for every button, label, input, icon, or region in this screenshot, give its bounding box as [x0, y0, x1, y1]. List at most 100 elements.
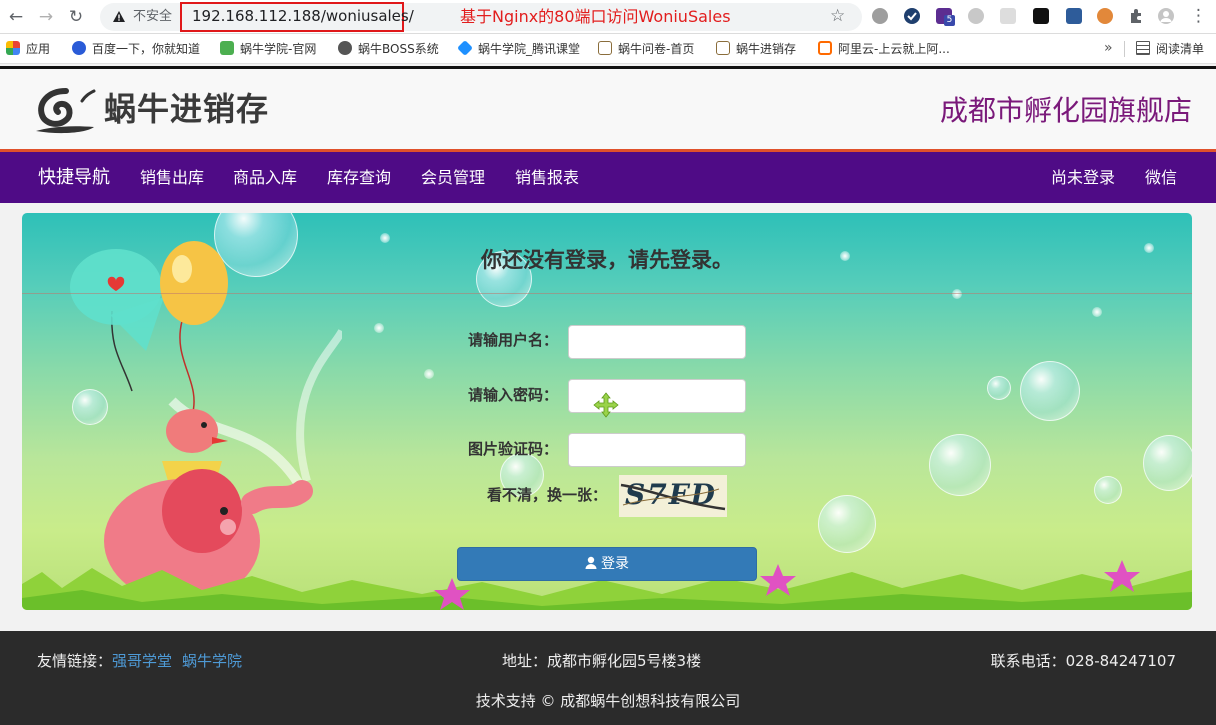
sparkle-decoration: [1092, 307, 1102, 317]
username-label: 请输用户名：: [468, 331, 559, 349]
bubble-decoration: [818, 495, 876, 553]
bookmark-woniu-survey[interactable]: 蜗牛问卷-首页: [598, 34, 694, 64]
extension-icon-1[interactable]: [872, 8, 888, 24]
annotation-text: 基于Nginx的80端口访问WoniuSales: [460, 7, 731, 26]
sparkle-decoration: [424, 369, 434, 379]
bookmark-label: 百度一下，你就知道: [92, 42, 201, 56]
login-title: 你还没有登录，请先登录。: [481, 248, 733, 272]
bookmark-label: 蜗牛进销存: [736, 42, 797, 56]
move-cursor-icon: [593, 392, 619, 418]
bookmark-label: 蜗牛BOSS系统: [358, 42, 439, 56]
bookmark-label: 蜗牛问卷-首页: [618, 42, 695, 56]
bubble-decoration: [929, 434, 991, 496]
bubble-decoration: [987, 376, 1011, 400]
forward-button[interactable]: →: [34, 5, 58, 29]
insecure-label[interactable]: 不安全: [133, 6, 172, 28]
footer-copyright: 技术支持 © 成都蜗牛创想科技有限公司: [475, 692, 741, 710]
nav-item-goods-in[interactable]: 商品入库: [233, 152, 297, 203]
nav-item-sales-out[interactable]: 销售出库: [140, 152, 204, 203]
profile-avatar-icon[interactable]: [1158, 8, 1174, 24]
bookmark-star-icon[interactable]: ☆: [830, 5, 845, 27]
reading-list-button[interactable]: 阅读清单: [1136, 34, 1204, 64]
bookmarks-overflow-chevron-icon[interactable]: »: [1104, 34, 1113, 62]
extension-icon-4[interactable]: [968, 8, 984, 24]
extension-icon-5[interactable]: [1000, 8, 1016, 24]
bookmark-woniu-boss[interactable]: 蜗牛BOSS系统: [338, 34, 439, 64]
nav-item-sales-report[interactable]: 销售报表: [515, 152, 579, 203]
bubble-decoration: [1020, 361, 1080, 421]
bookmark-label: 阿里云-上云就上阿...: [838, 42, 950, 56]
reading-list-icon: [1136, 41, 1150, 55]
apps-grid-icon: [6, 41, 20, 55]
nav-item-stock-query[interactable]: 库存查询: [327, 152, 391, 203]
username-input[interactable]: [568, 325, 746, 359]
bookmark-woniu-sales[interactable]: 蜗牛进销存: [716, 34, 796, 64]
extension-badge-icon[interactable]: 5: [936, 8, 955, 26]
bubble-decoration: [1094, 476, 1122, 504]
bookmarks-divider: [1124, 41, 1125, 57]
footer-phone: 联系电话：028-84247107: [990, 652, 1176, 670]
url-text[interactable]: 192.168.112.188/woniusales/: [192, 5, 414, 27]
bookmark-apps[interactable]: 应用: [6, 34, 50, 64]
browser-toolbar: ← → ↻ 不安全 192.168.112.188/woniusales/ 基于…: [0, 0, 1216, 34]
bookmark-label: 应用: [26, 42, 51, 56]
footer-link-qiangge[interactable]: 强哥学堂: [112, 652, 172, 670]
bookmark-woniu-official[interactable]: 蜗牛学院-官网: [220, 34, 316, 64]
store-name: 成都市孵化园旗舰店: [939, 94, 1192, 127]
forward-arrow-icon: →: [38, 7, 54, 27]
reload-icon: ↻: [68, 7, 84, 27]
main-nav: 快捷导航 销售出库 商品入库 库存查询 会员管理 销售报表 尚未登录 微信: [0, 149, 1216, 203]
back-button[interactable]: ←: [4, 5, 28, 29]
friend-links: 友情链接：强哥学堂 蜗牛学院: [37, 650, 242, 672]
footer-address: 地址：成都市孵化园5号楼3楼: [502, 652, 702, 670]
captcha-label: 图片验证码：: [468, 440, 559, 458]
reading-list-label: 阅读清单: [1156, 42, 1205, 56]
extension-chart-icon[interactable]: [1066, 8, 1082, 24]
sparkle-decoration: [952, 289, 962, 299]
browser-menu-icon[interactable]: ⋮: [1190, 5, 1207, 27]
login-button-label: 登录: [601, 556, 629, 572]
nav-wechat[interactable]: 微信: [1145, 152, 1177, 203]
reload-button[interactable]: ↻: [64, 5, 88, 29]
bookmark-aliyun[interactable]: 阿里云-上云就上阿...: [818, 34, 950, 64]
captcha-input[interactable]: [568, 433, 746, 467]
extension-h-icon[interactable]: [1033, 8, 1049, 24]
warning-triangle-icon[interactable]: [112, 6, 126, 28]
footer-link-woniu[interactable]: 蜗牛学院: [182, 652, 242, 670]
globe-icon: [338, 41, 352, 55]
bubble-decoration: [1143, 435, 1192, 491]
page-icon: [598, 41, 612, 55]
nav-login-status[interactable]: 尚未登录: [1051, 152, 1115, 203]
nav-brand-quick-nav[interactable]: 快捷导航: [38, 152, 110, 203]
nav-item-members[interactable]: 会员管理: [421, 152, 485, 203]
captcha-refresh-label[interactable]: 看不清，换一张：: [487, 485, 607, 505]
password-label: 请输入密码：: [468, 386, 559, 404]
site-footer: 友情链接：强哥学堂 蜗牛学院 地址：成都市孵化园5号楼3楼 联系电话：028-84…: [0, 631, 1216, 725]
extensions-puzzle-icon[interactable]: [1128, 8, 1144, 24]
bookmark-label: 蜗牛学院-官网: [240, 42, 317, 56]
extension-check-icon[interactable]: [904, 8, 920, 24]
bookmarks-bar: 应用 百度一下，你就知道 蜗牛学院-官网 蜗牛BOSS系统 蜗牛学院_腾讯课堂 …: [0, 34, 1216, 64]
sparkle-decoration: [374, 323, 384, 333]
friend-links-label: 友情链接：: [37, 652, 113, 670]
snail-logo-icon[interactable]: [30, 81, 100, 137]
site-header: 蜗牛进销存 成都市孵化园旗舰店: [0, 69, 1216, 149]
bookmark-baidu[interactable]: 百度一下，你就知道: [72, 34, 200, 64]
extension-face-icon[interactable]: [1097, 8, 1113, 24]
tencent-class-icon: [457, 40, 473, 56]
aliyun-icon: [818, 41, 832, 55]
back-arrow-icon: ←: [8, 7, 24, 27]
title-divider: [22, 293, 1192, 294]
bookmark-label: 蜗牛学院_腾讯课堂: [478, 42, 581, 56]
login-panel: 你还没有登录，请先登录。 请输用户名： 请输入密码： 图片验证码： 看不清，换一…: [22, 213, 1192, 610]
captcha-image[interactable]: S7FD: [619, 475, 727, 517]
site-logo-text[interactable]: 蜗牛进销存: [104, 89, 269, 129]
captcha-noise-lines: [620, 483, 726, 511]
extension-badge-count: 5: [944, 15, 955, 26]
login-button[interactable]: 登录: [457, 547, 757, 581]
baidu-paw-icon: [72, 41, 86, 55]
bookmark-tencent-class[interactable]: 蜗牛学院_腾讯课堂: [457, 34, 581, 64]
sparkle-decoration: [380, 233, 390, 243]
page-icon: [716, 41, 730, 55]
woniu-leaf-icon: [220, 41, 234, 55]
